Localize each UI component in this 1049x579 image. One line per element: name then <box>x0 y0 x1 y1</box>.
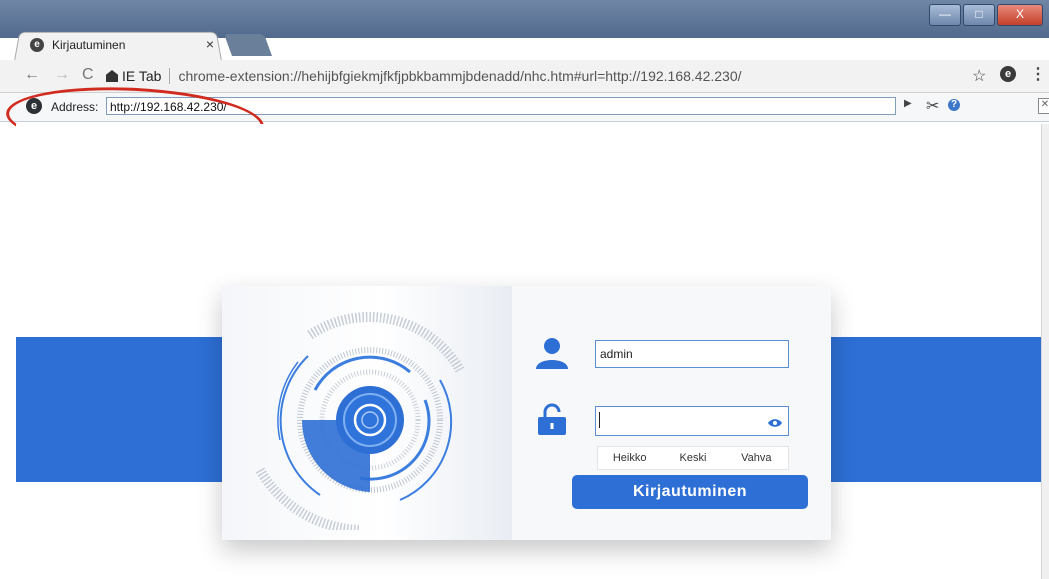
brand-logo-graphic <box>255 312 465 530</box>
text-caret <box>599 412 600 428</box>
login-button[interactable]: Kirjautuminen <box>572 475 808 509</box>
strength-medium: Keski <box>679 452 707 464</box>
close-window-button[interactable]: X <box>997 4 1043 26</box>
tab-close-icon[interactable]: × <box>206 36 214 52</box>
username-input[interactable]: admin <box>595 340 789 368</box>
omnibox[interactable]: IE Tab chrome-extension://hehijbfgiekmjf… <box>106 64 996 88</box>
tab-favicon-icon: e <box>30 38 44 52</box>
password-strength-meter: Heikko Keski Vahva <box>597 446 789 470</box>
strength-weak: Heikko <box>612 452 647 464</box>
chrome-menu-icon[interactable]: ⋮ <box>1030 64 1046 84</box>
password-input[interactable] <box>595 406 789 436</box>
strength-strong: Vahva <box>741 452 772 464</box>
help-icon[interactable]: ? <box>948 99 960 111</box>
reload-button[interactable]: C <box>82 66 94 84</box>
ie-tab-extension-icon[interactable]: e <box>1000 66 1016 82</box>
ie-bar-close-icon[interactable]: ✕ <box>1038 98 1049 114</box>
tab-title: Kirjautuminen <box>52 38 126 52</box>
window-controls: — □ X <box>929 4 1043 26</box>
forward-button[interactable]: → <box>54 66 70 84</box>
browser-tab-content[interactable]: e Kirjautuminen × <box>30 34 220 56</box>
user-icon <box>536 338 568 369</box>
minimize-button[interactable]: — <box>929 4 961 26</box>
maximize-button[interactable]: □ <box>963 4 995 26</box>
new-tab-button[interactable] <box>223 34 273 56</box>
omnibox-url[interactable]: chrome-extension://hehijbfgiekmjfkfjpbkb… <box>178 68 741 84</box>
bookmark-star-icon[interactable]: ☆ <box>972 66 986 86</box>
go-button[interactable]: ▶ <box>904 98 912 109</box>
lock-icon <box>538 403 566 435</box>
omnibox-separator <box>169 68 171 84</box>
back-button[interactable]: ← <box>24 66 40 84</box>
tools-icon[interactable]: ✂ <box>926 96 939 116</box>
puzzle-icon <box>106 70 118 82</box>
page-scrollbar[interactable] <box>1041 124 1049 579</box>
omnibox-ext-label: IE Tab <box>122 68 162 84</box>
show-password-eye-icon[interactable] <box>768 418 782 428</box>
